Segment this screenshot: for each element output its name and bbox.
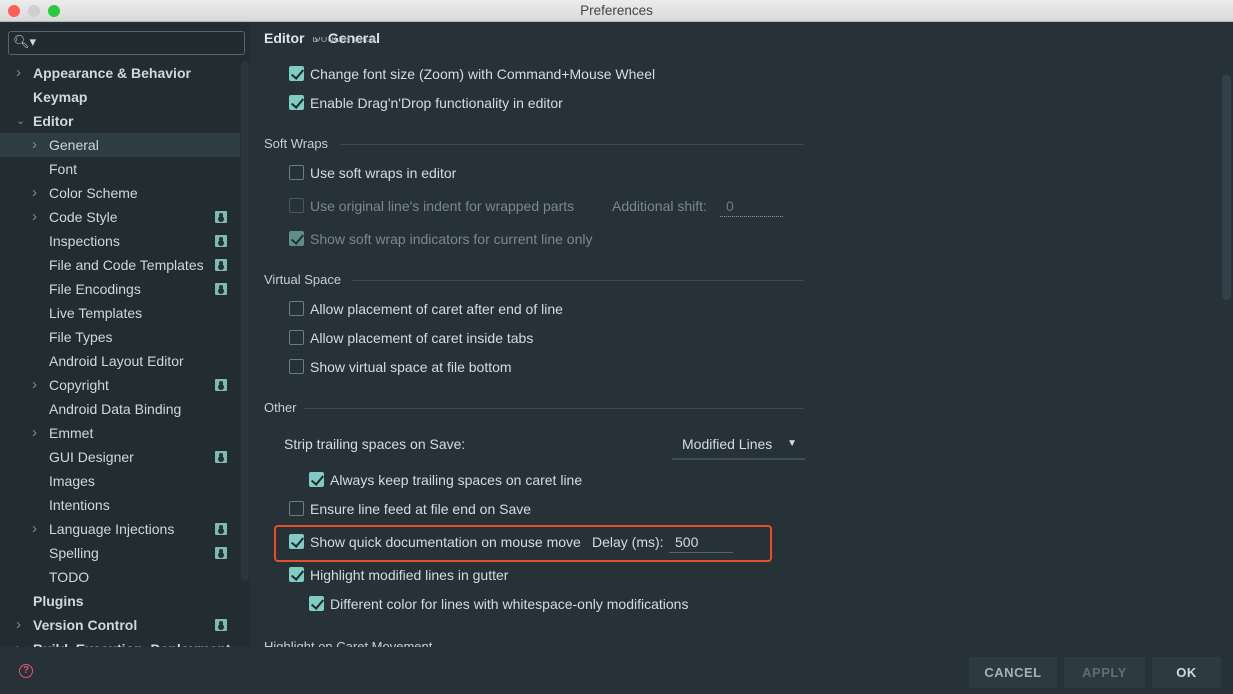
chevron-right-icon[interactable]: › <box>16 61 21 85</box>
apply-button[interactable]: APPLY <box>1064 657 1145 688</box>
sidebar-item-label: File Encodings <box>49 281 141 297</box>
chevron-right-icon[interactable]: › <box>32 133 37 157</box>
sidebar-item-plugins[interactable]: Plugins <box>0 589 240 613</box>
section-highlight-caret: Highlight on Caret Movement <box>264 639 433 647</box>
chevron-right-icon[interactable]: › <box>16 613 21 637</box>
sidebar-item-label: General <box>49 137 99 153</box>
chevron-down-icon[interactable]: ⌄ <box>16 109 25 133</box>
strip-trailing-dropdown[interactable]: Modified Lines ▼ <box>672 430 805 460</box>
minimize-button[interactable] <box>28 5 40 17</box>
sidebar-item-label: File and Code Templates <box>49 257 204 273</box>
strip-trailing-label: Strip trailing spaces on Save: <box>284 436 466 452</box>
sidebar-item-label: Version Control <box>33 617 138 633</box>
main-scrollbar[interactable] <box>1222 75 1231 300</box>
additional-shift-label: Additional shift: <box>612 198 707 214</box>
chevron-right-icon[interactable]: › <box>32 205 37 229</box>
sidebar-item-label: Android Layout Editor <box>49 353 184 369</box>
help-icon[interactable]: ? <box>19 664 33 678</box>
sidebar-item-images[interactable]: Images <box>0 469 240 493</box>
sidebar-item-label: Keymap <box>33 89 88 105</box>
project-settings-icon <box>215 619 227 631</box>
sidebar-item-label: Copyright <box>49 377 109 393</box>
sidebar-item-copyright[interactable]: › Copyright <box>0 373 240 397</box>
sidebar-item-language-injections[interactable]: › Language Injections <box>0 517 240 541</box>
sidebar: 🔍︎▾ › Appearance & Behavior Keymap ⌄ Editor ›… <box>0 23 250 647</box>
project-settings-icon <box>215 547 227 559</box>
project-settings-icon <box>215 379 227 391</box>
section-virtual-space: Virtual Space <box>264 270 804 290</box>
sidebar-item-label: Build, Execution, Deployment <box>33 637 231 647</box>
sidebar-item-spelling[interactable]: Spelling <box>0 541 240 565</box>
cancel-button[interactable]: CANCEL <box>969 657 1057 688</box>
sidebar-item-label: GUI Designer <box>49 449 134 465</box>
close-button[interactable] <box>8 5 20 17</box>
sidebar-item-file-encodings[interactable]: File Encodings <box>0 277 240 301</box>
sidebar-item-label: Plugins <box>33 593 84 609</box>
sidebar-item-label: TODO <box>49 569 90 585</box>
project-settings-icon <box>215 259 227 271</box>
sidebar-item-android-data-binding[interactable]: Android Data Binding <box>0 397 240 421</box>
settings-panel: Editor › General Double click Change fon… <box>250 23 1233 647</box>
chevron-down-icon: ▼ <box>787 438 797 449</box>
sidebar-item-label: Editor <box>33 113 74 129</box>
sidebar-item-inspections[interactable]: Inspections <box>0 229 240 253</box>
sidebar-item-label: Emmet <box>49 425 94 441</box>
section-soft-wraps: Soft Wraps <box>264 134 804 154</box>
delay-input[interactable]: 500 <box>669 531 733 553</box>
sidebar-item-label: Intentions <box>49 497 110 513</box>
additional-shift-input[interactable]: 0 <box>720 195 783 217</box>
project-settings-icon <box>215 235 227 247</box>
sidebar-item-general[interactable]: › General <box>0 133 240 157</box>
sidebar-item-label: File Types <box>49 329 113 345</box>
chevron-right-icon[interactable]: › <box>32 421 37 445</box>
project-settings-icon <box>215 523 227 535</box>
chevron-right-icon[interactable]: › <box>16 637 21 647</box>
sidebar-item-emmet[interactable]: › Emmet <box>0 421 240 445</box>
window-title: Preferences <box>580 3 653 18</box>
sidebar-item-label: Inspections <box>49 233 120 249</box>
sidebar-item-file-and-code-templates[interactable]: File and Code Templates <box>0 253 240 277</box>
breadcrumb-parent[interactable]: Editor <box>264 30 304 46</box>
search-input[interactable]: 🔍︎▾ <box>8 31 245 55</box>
sidebar-item-android-layout-editor[interactable]: Android Layout Editor <box>0 349 240 373</box>
ok-button[interactable]: OK <box>1152 657 1221 688</box>
chevron-right-icon[interactable]: › <box>32 517 37 541</box>
chevron-right-icon[interactable]: › <box>32 373 37 397</box>
sidebar-item-label: Code Style <box>49 209 118 225</box>
sidebar-item-label: Images <box>49 473 95 489</box>
sidebar-item-intentions[interactable]: Intentions <box>0 493 240 517</box>
project-settings-icon <box>215 283 227 295</box>
sidebar-item-label: Color Scheme <box>49 185 138 201</box>
sidebar-item-gui-designer[interactable]: GUI Designer <box>0 445 240 469</box>
sidebar-scrollbar[interactable] <box>241 61 249 581</box>
zoom-button[interactable] <box>48 5 60 17</box>
project-settings-icon <box>215 451 227 463</box>
search-icon: 🔍︎▾ <box>13 34 37 49</box>
project-settings-icon <box>215 211 227 223</box>
sidebar-item-label: Appearance & Behavior <box>33 65 191 81</box>
sidebar-item-appearance-behavior[interactable]: › Appearance & Behavior <box>0 61 240 85</box>
partial-label: Double click <box>312 37 377 45</box>
sidebar-item-label: Live Templates <box>49 305 143 321</box>
sidebar-item-live-templates[interactable]: Live Templates <box>0 301 240 325</box>
chevron-right-icon[interactable]: › <box>32 181 37 205</box>
sidebar-item-editor[interactable]: ⌄ Editor <box>0 109 240 133</box>
sidebar-item-label: Font <box>49 161 78 177</box>
footer: ? CANCEL APPLY OK <box>0 647 1233 694</box>
sidebar-item-todo[interactable]: TODO <box>0 565 240 589</box>
sidebar-item-color-scheme[interactable]: › Color Scheme <box>0 181 240 205</box>
sidebar-item-code-style[interactable]: › Code Style <box>0 205 240 229</box>
sidebar-item-label: Language Injections <box>49 521 175 537</box>
sidebar-item-label: Spelling <box>49 545 99 561</box>
sidebar-item-build-execution-deployment[interactable]: › Build, Execution, Deployment <box>0 637 240 647</box>
delay-label: Delay (ms): <box>592 534 664 550</box>
sidebar-item-label: Android Data Binding <box>49 401 182 417</box>
sidebar-item-font[interactable]: Font <box>0 157 240 181</box>
sidebar-item-file-types[interactable]: File Types <box>0 325 240 349</box>
section-other: Other <box>264 398 804 418</box>
sidebar-item-version-control[interactable]: › Version Control <box>0 613 240 637</box>
sidebar-item-keymap[interactable]: Keymap <box>0 85 240 109</box>
title-bar: Preferences <box>0 0 1233 22</box>
